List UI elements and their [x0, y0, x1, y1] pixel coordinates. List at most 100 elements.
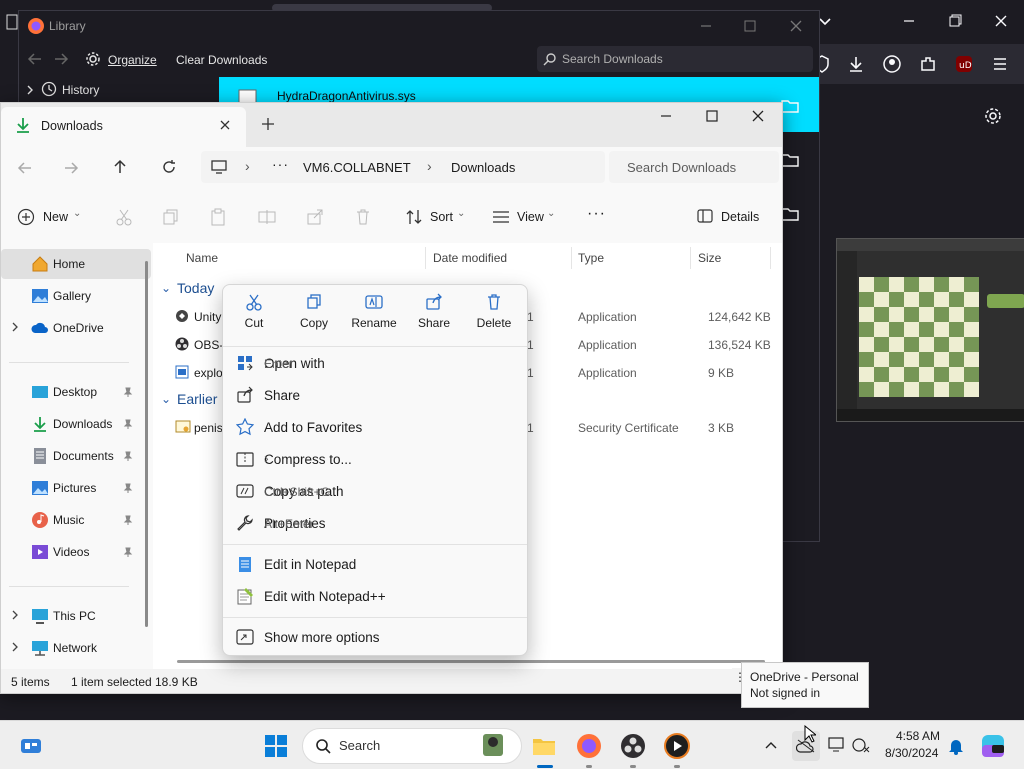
chevron-down-icon[interactable]: ⌄ [161, 392, 171, 406]
folder-icon[interactable] [781, 153, 799, 167]
chevron-right-icon[interactable] [10, 642, 20, 652]
chevron-right-icon[interactable] [10, 322, 20, 332]
file-name-cell[interactable]: OBS- [194, 338, 223, 352]
new-tab-icon[interactable] [261, 117, 275, 131]
library-search-field[interactable]: Search Downloads [537, 46, 813, 72]
rename-icon[interactable] [258, 208, 276, 226]
share-icon[interactable] [306, 208, 324, 226]
chess-window-thumbnail[interactable] [836, 238, 1024, 422]
sidebar-item-onedrive[interactable]: OneDrive [1, 313, 151, 343]
menu-item-share[interactable]: Share [227, 379, 523, 411]
sidebar-item-downloads[interactable]: Downloads [1, 409, 151, 439]
group-header-earlier[interactable]: Earlier [177, 391, 217, 407]
delete-icon[interactable] [354, 208, 372, 226]
column-divider[interactable] [770, 247, 771, 269]
history-item[interactable]: History [62, 83, 99, 97]
media-player-taskbar-icon[interactable] [664, 733, 690, 759]
extensions-icon[interactable] [918, 54, 940, 76]
folder-icon[interactable] [781, 207, 799, 221]
sidebar-item-videos[interactable]: Videos [1, 537, 151, 567]
refresh-icon[interactable] [161, 159, 177, 175]
column-divider[interactable] [571, 247, 572, 269]
network-status-icon[interactable] [852, 737, 870, 753]
notification-bell-icon[interactable] [948, 737, 964, 755]
menu-item-open-with[interactable]: Open with Enter [227, 347, 523, 379]
back-arrow-icon[interactable] [17, 160, 33, 176]
menu-item-compress-to[interactable]: Compress to... › [227, 443, 523, 475]
close-icon[interactable] [992, 12, 1014, 34]
organize-button[interactable]: Organize [108, 53, 157, 67]
ctx-share-button[interactable]: Share [405, 293, 463, 339]
column-divider[interactable] [425, 247, 426, 269]
explorer-search-input[interactable]: Search Downloads [609, 151, 779, 183]
account-icon[interactable] [882, 54, 904, 76]
widgets-icon[interactable] [18, 733, 44, 759]
file-explorer-taskbar-icon[interactable] [531, 733, 557, 759]
firefox-taskbar-icon[interactable] [576, 733, 602, 759]
pin-icon[interactable] [123, 547, 133, 557]
address-bar[interactable]: › ··· VM6.COLLABNET › Downloads [201, 151, 605, 183]
sidebar-scrollbar[interactable] [145, 261, 148, 627]
details-pane-icon[interactable] [697, 209, 713, 223]
pin-icon[interactable] [123, 483, 133, 493]
ctx-rename-button[interactable]: Rename [345, 293, 403, 339]
breadcrumb-downloads[interactable]: Downloads [451, 160, 515, 175]
ublock-icon[interactable]: uD [954, 54, 976, 76]
pin-icon[interactable] [123, 451, 133, 461]
copy-icon[interactable] [162, 208, 180, 226]
sidebar-item-music[interactable]: Music [1, 505, 151, 535]
up-arrow-icon[interactable] [112, 159, 128, 175]
window-close-icon[interactable] [751, 109, 765, 123]
horizontal-scrollbar[interactable] [177, 660, 765, 663]
breadcrumb-ellipsis[interactable]: ··· [272, 156, 289, 172]
library-close-icon[interactable] [789, 19, 803, 33]
menu-item-show-more-options[interactable]: Show more options [227, 621, 523, 653]
sidebar-item-documents[interactable]: Documents [1, 441, 151, 471]
organize-gear-icon[interactable] [85, 51, 101, 67]
column-header-date[interactable]: Date modified [433, 251, 507, 265]
chevron-right-icon[interactable] [25, 85, 35, 95]
menu-item-properties[interactable]: Properties Alt+Enter [227, 507, 523, 539]
column-header-size[interactable]: Size [698, 251, 721, 265]
new-button[interactable]: New [43, 210, 68, 224]
tab-downloads[interactable]: Downloads [1, 107, 246, 147]
ctx-copy-button[interactable]: Copy [285, 293, 343, 339]
more-options-icon[interactable]: ··· [587, 205, 606, 223]
clock-date[interactable]: 8/30/2024 [885, 746, 938, 760]
column-header-name[interactable]: Name [186, 251, 218, 265]
start-icon[interactable] [263, 733, 289, 759]
paste-icon[interactable] [209, 208, 227, 226]
column-header-type[interactable]: Type [578, 251, 604, 265]
sidebar-item-gallery[interactable]: Gallery [1, 281, 151, 311]
column-divider[interactable] [690, 247, 691, 269]
view-icon[interactable] [492, 210, 510, 224]
chevron-down-icon[interactable]: ⌄ [161, 281, 171, 295]
obs-taskbar-icon[interactable] [620, 733, 646, 759]
library-maximize-icon[interactable] [743, 19, 757, 33]
sort-button[interactable]: Sort [430, 210, 453, 224]
sidebar-item-pictures[interactable]: Pictures [1, 473, 151, 503]
forward-icon[interactable] [53, 51, 69, 67]
display-icon[interactable] [828, 737, 846, 753]
menu-item-edit-in-notepad[interactable]: Edit in Notepad [227, 548, 523, 580]
details-button[interactable]: Details [721, 210, 759, 224]
minimize-icon[interactable] [900, 12, 922, 34]
gear-icon[interactable] [983, 106, 1005, 128]
ctx-delete-button[interactable]: Delete [465, 293, 523, 339]
clock-time[interactable]: 4:58 AM [896, 729, 940, 743]
pin-icon[interactable] [123, 515, 133, 525]
clear-downloads-button[interactable]: Clear Downloads [176, 53, 267, 67]
window-minimize-icon[interactable] [659, 109, 673, 123]
download-icon[interactable] [846, 54, 868, 76]
chevron-right-icon[interactable] [10, 610, 20, 620]
menu-icon[interactable] [990, 54, 1012, 76]
file-name-cell[interactable]: Unity [194, 310, 221, 324]
window-maximize-icon[interactable] [705, 109, 719, 123]
cut-icon[interactable] [115, 208, 133, 226]
file-name-cell[interactable]: explo [194, 366, 223, 380]
file-name-cell[interactable]: penis [194, 421, 223, 435]
breadcrumb-host[interactable]: VM6.COLLABNET [303, 160, 411, 175]
taskbar-search[interactable]: Search [302, 728, 522, 764]
group-header-today[interactable]: Today [177, 280, 214, 296]
pin-icon[interactable] [123, 419, 133, 429]
